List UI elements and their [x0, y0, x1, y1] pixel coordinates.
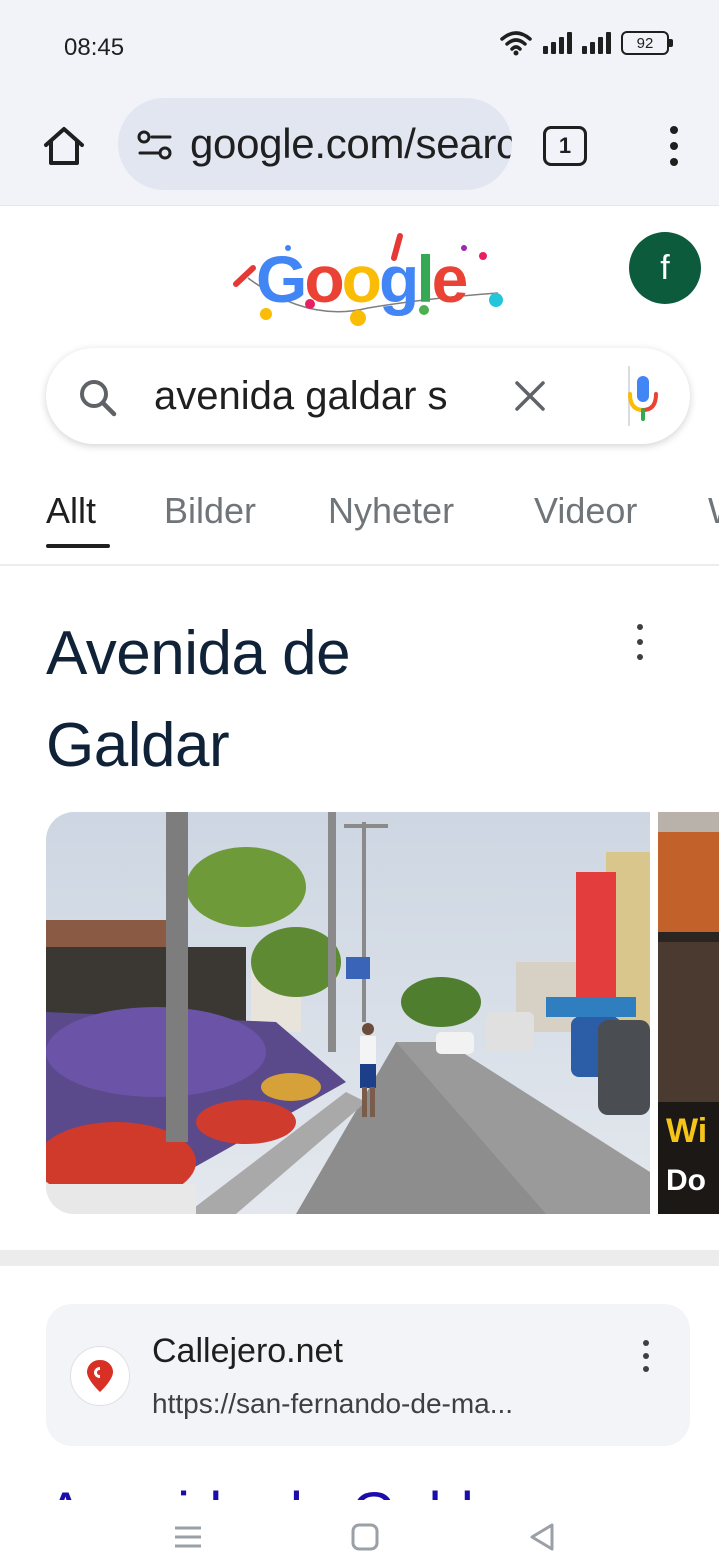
back-button[interactable]: [522, 1519, 562, 1555]
wifi-icon: [500, 31, 532, 56]
site-favicon: [70, 1346, 130, 1406]
svg-text:Google: Google: [256, 242, 467, 316]
signal-icon-2: [582, 32, 611, 54]
account-avatar[interactable]: f: [629, 232, 701, 304]
tab-all[interactable]: Allt: [46, 490, 96, 532]
status-bar: 08:45 92: [0, 0, 719, 92]
tab-news[interactable]: Nyheter: [328, 490, 454, 532]
tab-images[interactable]: Bilder: [164, 490, 256, 532]
knowledge-panel-title-line2: Galdar: [46, 711, 230, 780]
recents-icon: [175, 1526, 201, 1548]
search-icon: [80, 380, 117, 417]
search-tabs: Allt Bilder Nyheter Videor W: [0, 482, 719, 566]
status-icons: 92: [499, 30, 673, 56]
recents-button[interactable]: [168, 1519, 208, 1555]
url-text: google.com/search: [190, 120, 512, 167]
knowledge-panel-title-line1: Avenida de: [46, 619, 351, 688]
battery-level: 92: [636, 34, 654, 52]
site-url[interactable]: https://san-fernando-de-ma...: [152, 1388, 622, 1420]
google-doodle-logo[interactable]: Google: [228, 228, 518, 332]
knowledge-panel-title: Avenida de Galdar: [46, 608, 566, 792]
more-vert-icon: [637, 624, 643, 630]
next-photo-caption-1: Wi: [666, 1112, 708, 1150]
location-pin-icon: [87, 1360, 113, 1392]
street-photo-next-image: [658, 812, 719, 1214]
avatar-letter: f: [660, 248, 670, 287]
tab-switcher-button[interactable]: 1: [543, 126, 587, 166]
search-input[interactable]: avenida galdar s: [154, 374, 486, 419]
status-time: 08:45: [64, 34, 125, 61]
address-bar[interactable]: google.com/search: [118, 98, 512, 190]
search-box[interactable]: avenida galdar s: [46, 348, 690, 444]
more-vert-icon: [643, 1340, 649, 1346]
section-divider: [0, 1250, 719, 1266]
back-icon: [530, 1523, 554, 1551]
battery-icon: 92: [621, 31, 673, 55]
signal-icon: [543, 32, 572, 54]
result-title-text: Avenida de Galdar: [46, 1484, 566, 1501]
tab-count: 1: [558, 133, 572, 158]
home-icon: [44, 127, 84, 165]
browser-toolbar: google.com/search 1: [0, 92, 719, 206]
result-menu-button[interactable]: [638, 1340, 654, 1372]
more-vert-icon: [670, 126, 678, 134]
site-name[interactable]: Callejero.net: [152, 1332, 343, 1371]
home-button[interactable]: [36, 118, 92, 174]
result-title-link[interactable]: Avenida de Galdar: [46, 1478, 566, 1501]
browser-menu-button[interactable]: [660, 122, 688, 170]
tab-more[interactable]: W: [708, 490, 719, 532]
home-nav-button[interactable]: [345, 1519, 385, 1555]
street-photo[interactable]: [46, 812, 650, 1214]
system-nav-bar: [0, 1505, 719, 1565]
close-icon[interactable]: [512, 378, 548, 414]
next-photo-caption-2: Do: [666, 1164, 706, 1197]
knowledge-panel-menu-button[interactable]: [630, 624, 650, 660]
tune-icon[interactable]: [136, 128, 174, 162]
home-nav-icon: [351, 1523, 379, 1551]
mic-icon[interactable]: [616, 370, 670, 424]
tab-videos[interactable]: Videor: [534, 490, 637, 532]
street-photo-next[interactable]: Wi Do: [658, 812, 719, 1214]
active-tab-indicator: [46, 544, 110, 548]
search-result-source[interactable]: Callejero.net https://san-fernando-de-ma…: [46, 1304, 690, 1446]
